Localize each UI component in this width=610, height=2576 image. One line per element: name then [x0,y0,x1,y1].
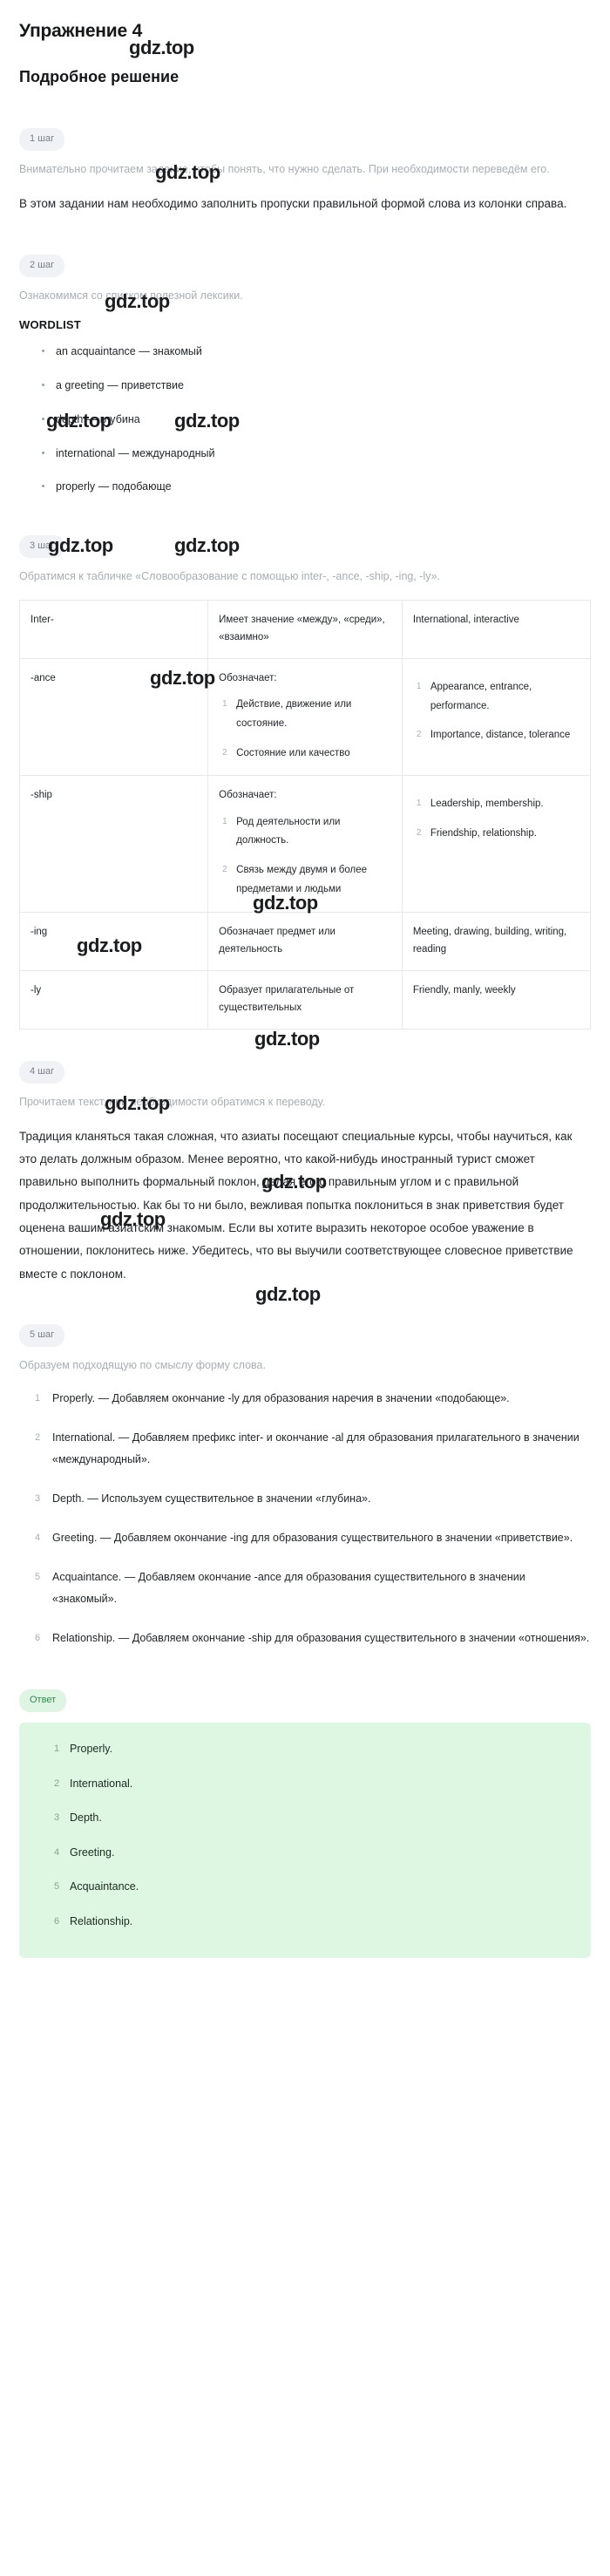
step-2-lead: Ознакомимся со списком полезной лексики. [19,289,243,302]
table-row: -ance Обозначает: Действие, движение или… [18,657,592,777]
step-chip-3: 3 шаг [19,535,65,559]
meaning-intro: Обозначает: [219,672,277,683]
examples-cell: Friendly, manly, weekly [401,970,592,1030]
step-4-body: Традиция кланяться такая сложная, что аз… [19,1129,573,1281]
list-item: Действие, движение или состояние. [222,696,352,729]
answer-list: Properly. International. Depth. Greeting… [35,1742,575,1929]
solution-heading: Подробное решение [19,68,180,85]
list-item: Greeting. — Добавляем окончание -ing для… [35,1528,573,1547]
answer-chip: Ответ [19,1689,67,1713]
affix-cell: -ship [18,775,209,913]
word-formation-table: Inter- Имеет значение «между», «среди», … [18,599,592,1030]
explanation-list: Properly. — Добавляем окончание -ly для … [19,1388,591,1649]
list-item: Relationship. — Добавляем окончание -shi… [35,1628,590,1648]
wordlist: an acquaintance — знакомый a greeting — … [19,343,591,495]
list-item: Состояние или качество [222,744,350,761]
list-item: Связь между двумя и более предметами и л… [222,861,367,895]
step-chip-5: 5 шаг [19,1324,65,1348]
examples-cell: Leadership, membership. Friendship, rela… [401,775,592,913]
list-item: Friendship, relationship. [417,825,537,841]
meaning-list: Действие, движение или состояние. Состоя… [219,696,391,764]
step-chip-2: 2 шаг [19,255,65,278]
affix-cell: Inter- [18,599,209,659]
meaning-cell: Обозначает предмет или деятельность [207,911,403,972]
step-4-lead: Прочитаем текст, при необходимости обрат… [19,1096,326,1109]
list-item: depth — глубина [42,411,591,428]
examples-list: Leadership, membership. Friendship, rela… [413,795,580,844]
list-item: Leadership, membership. [417,795,544,812]
answer-box: Properly. International. Depth. Greeting… [19,1723,591,1959]
affix-cell: -ing [18,911,209,972]
list-item: Acquaintance. — Добавляем окончание -anc… [35,1567,525,1606]
list-item: Importance, distance, tolerance [417,726,571,743]
list-item: Appearance, entrance, performance. [417,678,532,711]
list-item: Acquaintance. [54,1880,139,1893]
meaning-cell: Образует прилагательные от существительн… [207,970,403,1030]
table-row: -ly Образует прилагательные от существит… [18,970,592,1030]
watermark-7: gdz.top [174,534,240,556]
meaning-list: Род деятельности или должность. Связь ме… [219,813,391,900]
examples-list: Appearance, entrance, performance. Impor… [413,678,580,746]
list-item: Род деятельности или должность. [222,813,341,846]
list-item: Properly. — Добавляем окончание -ly для … [35,1389,510,1408]
table-row: -ing Обозначает предмет или деятельность… [18,911,592,972]
affix-cell: -ly [18,970,209,1030]
step-3-lead: Обратимся к табличке «Словообразование с… [19,570,440,583]
step-1-lead: Внимательно прочитаем задание, чтобы пон… [19,163,550,175]
wordlist-title: WORDLIST [19,318,81,332]
meaning-cell: Обозначает: Действие, движение или состо… [207,657,403,777]
list-item: International. [54,1777,133,1791]
step-chip-4: 4 шаг [19,1061,65,1084]
list-item: an acquaintance — знакомый [42,343,591,360]
examples-cell: International, interactive [401,599,592,659]
examples-cell: Appearance, entrance, performance. Impor… [401,657,592,777]
meaning-intro: Обозначает: [219,790,277,801]
table-row: -ship Обозначает: Род деятельности или д… [18,775,592,913]
list-item: International. — Добавляем префикс inter… [35,1428,580,1466]
list-item: international — международный [42,445,591,462]
list-item: properly — подобающе [42,479,591,495]
affix-cell: -ance [18,657,209,777]
step-1-body: В этом задании нам необходимо заполнить … [19,197,567,211]
list-item: a greeting — приветствие [42,377,591,394]
watermark-15: gdz.top [255,1283,321,1305]
step-5-lead: Образуем подходящую по смыслу форму слов… [19,1359,266,1372]
solution-page: Упражнение 4 Подробное решение 1 шаг Вни… [0,0,610,1981]
list-item: Depth. — Используем существительное в зн… [35,1489,371,1508]
meaning-cell: Имеет значение «между», «среди», «взаимн… [207,599,403,659]
list-item: Depth. [54,1811,102,1825]
table-row: Inter- Имеет значение «между», «среди», … [18,599,592,659]
list-item: Greeting. [54,1845,115,1859]
page-title: Упражнение 4 [19,21,143,41]
examples-cell: Meeting, drawing, building, writing, rea… [401,911,592,972]
meaning-cell: Обозначает: Род деятельности или должнос… [207,775,403,913]
list-item: Relationship. [54,1914,133,1928]
list-item: Properly. [54,1743,113,1756]
step-chip-1: 1 шаг [19,128,65,151]
watermark-11: gdz.top [254,1028,320,1050]
